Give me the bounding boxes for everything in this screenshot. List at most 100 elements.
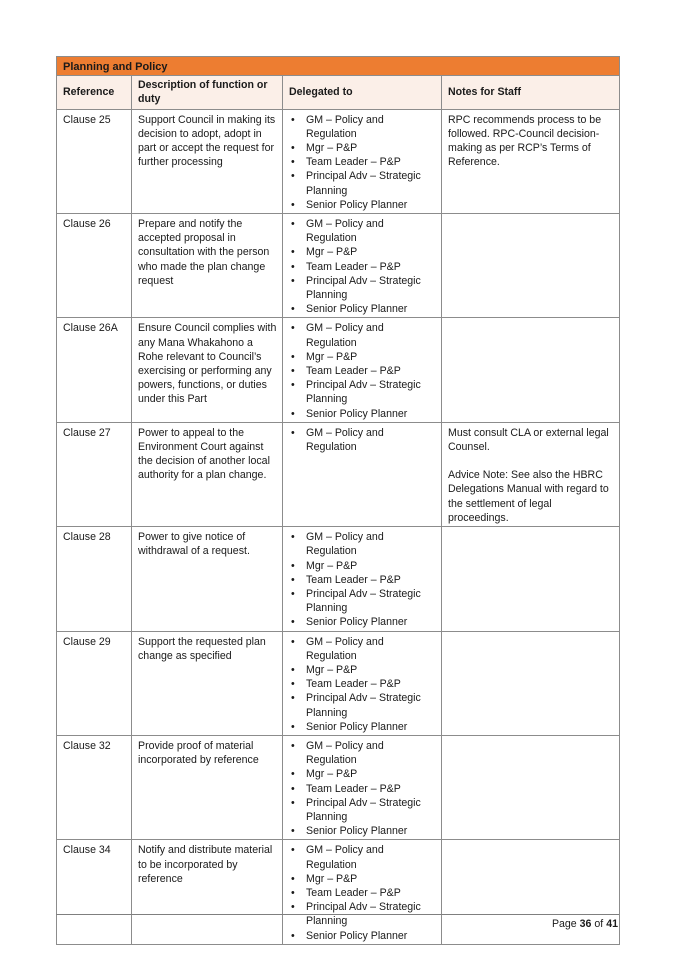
reference-cell: Clause 26A: [56, 317, 132, 423]
delegated-to-cell: GM – Policy and RegulationMgr – P&PTeam …: [282, 526, 442, 632]
delegate-item: GM – Policy and Regulation: [289, 530, 436, 558]
delegated-to-cell: GM – Policy and RegulationMgr – P&PTeam …: [282, 108, 442, 215]
description-cell: Power to appeal to the Environment Court…: [131, 421, 283, 528]
delegate-item: Team Leader – P&P: [289, 364, 436, 378]
notes-cell: [440, 317, 621, 423]
table-row: Clause 27 Power to appeal to the Environ…: [56, 421, 621, 528]
delegate-item: Principal Adv – Strategic Planning: [289, 274, 436, 302]
section-title: Planning and Policy: [55, 55, 621, 77]
description-cell: Support the requested plan change as spe…: [131, 630, 283, 736]
delegate-item: Mgr – P&P: [289, 350, 436, 364]
delegate-item: GM – Policy and Regulation: [289, 321, 436, 349]
delegate-item: Team Leader – P&P: [289, 155, 436, 169]
page-label: Page: [551, 918, 577, 930]
column-header-delegated-to: Delegated to: [282, 75, 442, 110]
reference-cell: Clause 25: [56, 108, 132, 215]
note-text: RPC recommends process to be followed. R…: [448, 113, 602, 169]
delegate-item: Mgr – P&P: [289, 663, 436, 677]
delegate-item: Principal Adv – Strategic Planning: [289, 691, 436, 719]
delegate-item: Mgr – P&P: [289, 872, 436, 886]
column-header-description: Description of function or duty: [131, 75, 283, 110]
footer-divider: [56, 914, 619, 915]
description-cell: Notify and distribute material to be inc…: [131, 839, 283, 945]
notes-cell: [440, 630, 621, 736]
delegate-list: GM – Policy and RegulationMgr – P&PTeam …: [289, 113, 436, 213]
delegated-to-cell: GM – Policy and RegulationMgr – P&PTeam …: [282, 630, 442, 736]
notes-cell: [440, 734, 621, 841]
delegate-item: Mgr – P&P: [289, 245, 436, 259]
delegate-item: Team Leader – P&P: [289, 677, 436, 691]
delegate-item: Senior Policy Planner: [289, 302, 436, 316]
table-row: Clause 34 Notify and distribute material…: [56, 839, 621, 945]
delegate-list: GM – Policy and RegulationMgr – P&PTeam …: [289, 321, 436, 421]
table-body: Clause 25 Support Council in making its …: [56, 108, 621, 945]
delegate-item: Senior Policy Planner: [289, 615, 436, 629]
delegate-item: GM – Policy and Regulation: [289, 739, 436, 767]
notes-cell: [440, 526, 621, 632]
delegate-item: Mgr – P&P: [289, 767, 436, 781]
delegate-list: GM – Policy and Regulation: [289, 426, 436, 454]
delegate-item: Mgr – P&P: [289, 141, 436, 155]
delegate-list: GM – Policy and RegulationMgr – P&PTeam …: [289, 530, 436, 630]
column-header-notes: Notes for Staff: [440, 75, 621, 110]
delegate-item: Principal Adv – Strategic Planning: [289, 587, 436, 615]
table-row: Clause 26 Prepare and notify the accepte…: [56, 213, 621, 319]
delegated-to-cell: GM – Policy and RegulationMgr – P&PTeam …: [282, 734, 442, 841]
delegate-item: Senior Policy Planner: [289, 824, 436, 838]
table-row: Clause 28 Power to give notice of withdr…: [56, 526, 621, 632]
reference-cell: Clause 34: [56, 839, 132, 945]
delegated-to-cell: GM – Policy and Regulation: [282, 421, 442, 528]
delegate-item: Team Leader – P&P: [289, 782, 436, 796]
description-cell: Provide proof of material incorporated b…: [131, 734, 283, 841]
table-row: Clause 25 Support Council in making its …: [56, 108, 621, 215]
table-row: Clause 29 Support the requested plan cha…: [56, 630, 621, 736]
description-cell: Prepare and notify the accepted proposal…: [131, 213, 283, 319]
note-text: Advice Note: See also the HBRC Delegatio…: [448, 469, 609, 524]
page-number: Page 36 of 41: [552, 918, 618, 930]
column-header-row: Reference Description of function or dut…: [56, 75, 621, 110]
delegate-item: Senior Policy Planner: [289, 407, 436, 421]
note-text: Must consult CLA or external legal Couns…: [448, 426, 609, 454]
reference-cell: Clause 26: [56, 213, 132, 319]
delegated-to-cell: GM – Policy and RegulationMgr – P&PTeam …: [282, 317, 442, 423]
table-row: Clause 26A Ensure Council complies with …: [56, 317, 621, 423]
page-current: 36: [579, 918, 592, 930]
delegate-item: Principal Adv – Strategic Planning: [289, 378, 436, 406]
delegations-table: Planning and Policy Reference Descriptio…: [55, 55, 621, 945]
delegate-item: Principal Adv – Strategic Planning: [289, 169, 436, 197]
table-row: Clause 32 Provide proof of material inco…: [56, 734, 621, 841]
delegate-item: GM – Policy and Regulation: [289, 635, 436, 663]
description-cell: Ensure Council complies with any Mana Wh…: [131, 317, 283, 423]
notes-cell: Must consult CLA or external legal Couns…: [440, 421, 621, 528]
delegate-item: GM – Policy and Regulation: [289, 217, 436, 245]
delegate-list: GM – Policy and RegulationMgr – P&PTeam …: [289, 635, 436, 735]
delegated-to-cell: GM – Policy and RegulationMgr – P&PTeam …: [282, 213, 442, 319]
delegate-item: Team Leader – P&P: [289, 573, 436, 587]
notes-cell: RPC recommends process to be followed. R…: [440, 108, 621, 215]
description-cell: Support Council in making its decision t…: [131, 108, 283, 215]
delegate-list: GM – Policy and RegulationMgr – P&PTeam …: [289, 843, 436, 943]
description-cell: Power to give notice of withdrawal of a …: [131, 526, 283, 632]
reference-cell: Clause 28: [56, 526, 132, 632]
delegate-item: Senior Policy Planner: [289, 929, 436, 943]
page-of: of: [594, 918, 604, 930]
column-header-reference: Reference: [56, 75, 132, 110]
delegate-item: Mgr – P&P: [289, 559, 436, 573]
delegate-item: GM – Policy and Regulation: [289, 426, 436, 454]
page-total: 41: [606, 918, 618, 930]
delegate-item: Principal Adv – Strategic Planning: [289, 796, 436, 824]
reference-cell: Clause 27: [56, 421, 132, 528]
delegate-item: Senior Policy Planner: [289, 198, 436, 212]
notes-cell: [440, 213, 621, 319]
delegate-item: GM – Policy and Regulation: [289, 113, 436, 141]
delegate-item: GM – Policy and Regulation: [289, 843, 436, 871]
reference-cell: Clause 32: [56, 734, 132, 841]
delegate-item: Senior Policy Planner: [289, 720, 436, 734]
delegate-item: Team Leader – P&P: [289, 886, 436, 900]
delegate-list: GM – Policy and RegulationMgr – P&PTeam …: [289, 739, 436, 839]
delegated-to-cell: GM – Policy and RegulationMgr – P&PTeam …: [282, 839, 442, 945]
delegate-list: GM – Policy and RegulationMgr – P&PTeam …: [289, 217, 436, 317]
section-header-row: Planning and Policy: [55, 55, 621, 77]
delegate-item: Team Leader – P&P: [289, 260, 436, 274]
reference-cell: Clause 29: [56, 630, 132, 736]
